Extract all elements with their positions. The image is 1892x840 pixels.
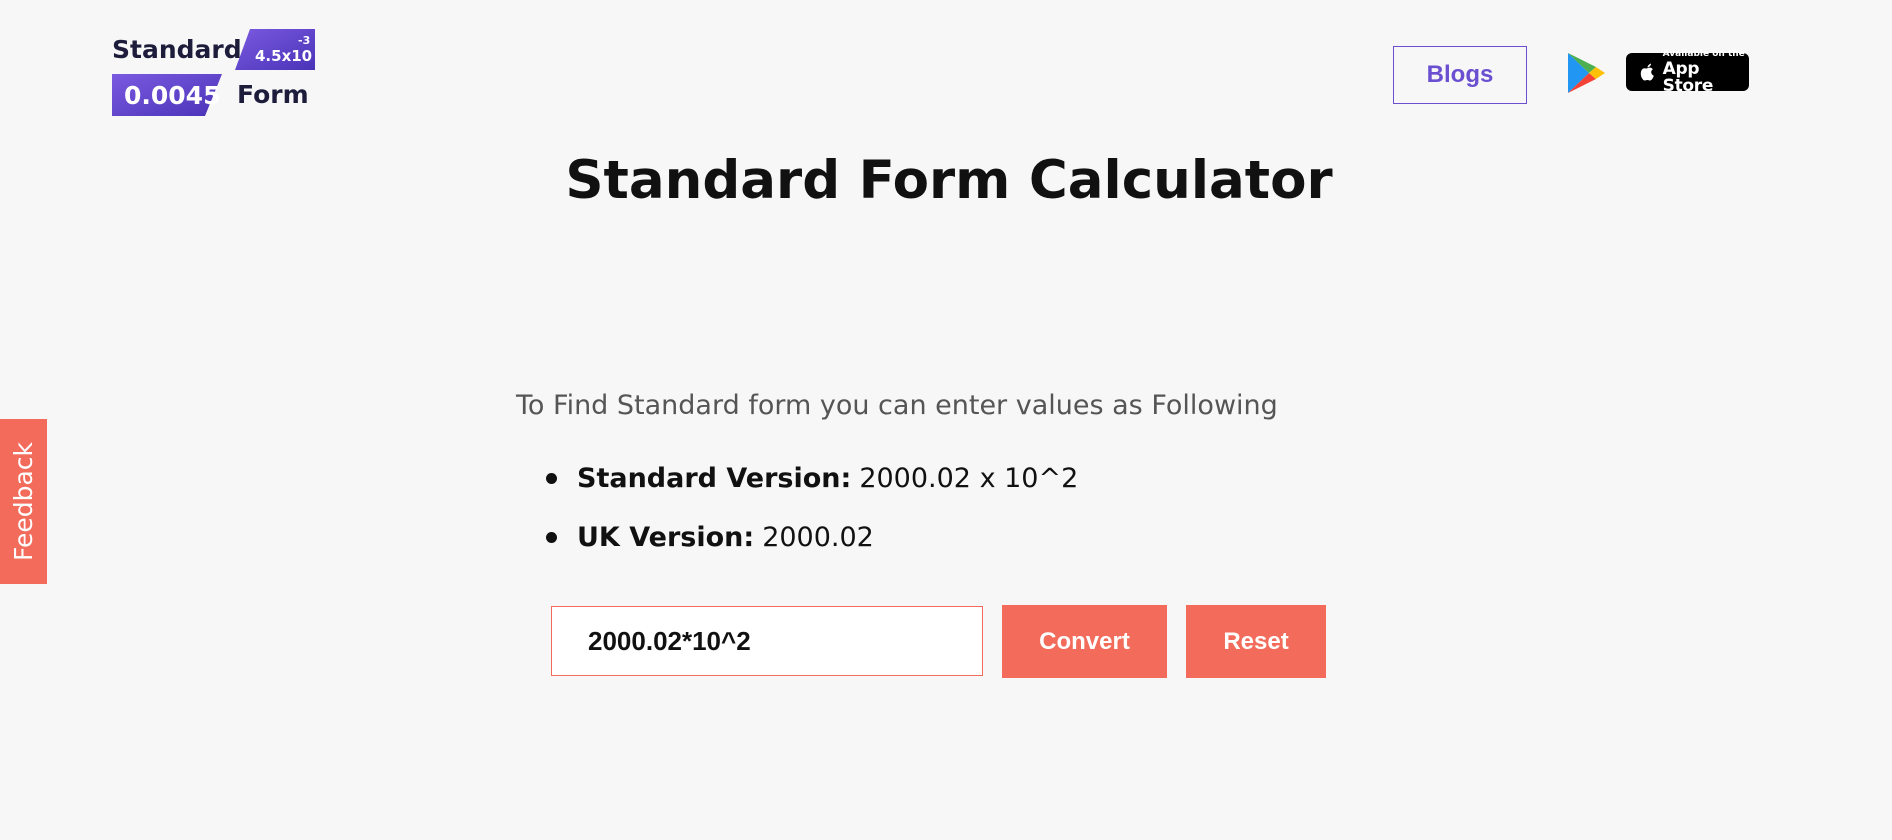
feedback-label: Feedback [9, 441, 38, 562]
site-logo[interactable]: Standard 4.5x10 -3 0.0045 Form [110, 28, 315, 118]
feedback-tab[interactable]: Feedback [0, 419, 47, 584]
logo-word-bottom: Form [237, 80, 309, 109]
logo-badge-exponent: -3 [298, 34, 310, 47]
app-store-badge[interactable]: Available on the App Store [1626, 48, 1749, 94]
format-list: Standard Version: 2000.02 x 10^2 UK Vers… [546, 458, 1078, 576]
format-example: 2000.02 [762, 521, 874, 553]
logo-graphic: Standard 4.5x10 -3 0.0045 Form [112, 29, 315, 116]
logo-word-top: Standard [112, 35, 242, 64]
reset-button[interactable]: Reset [1186, 605, 1326, 678]
apple-icon [1640, 63, 1654, 81]
logo-badge-top: 4.5x10 [255, 47, 312, 65]
format-item-uk: UK Version: 2000.02 [546, 517, 1078, 557]
page-title: Standard Form Calculator [565, 150, 1333, 211]
instructions-text: To Find Standard form you can enter valu… [516, 390, 1278, 421]
app-store-small-text: Available on the [1662, 48, 1745, 59]
format-example: 2000.02 x 10^2 [859, 462, 1079, 494]
bullet-icon [546, 472, 557, 484]
logo-badge-bottom: 0.0045 [124, 81, 220, 110]
format-label: Standard Version: [577, 462, 852, 494]
convert-button[interactable]: Convert [1002, 605, 1167, 678]
format-item-standard: Standard Version: 2000.02 x 10^2 [546, 458, 1078, 498]
google-play-icon[interactable] [1566, 52, 1606, 94]
app-store-large-text: App Store [1662, 58, 1714, 96]
blogs-button[interactable]: Blogs [1393, 46, 1527, 104]
bullet-icon [546, 531, 557, 543]
format-label: UK Version: [577, 521, 755, 553]
value-input[interactable] [551, 606, 983, 676]
